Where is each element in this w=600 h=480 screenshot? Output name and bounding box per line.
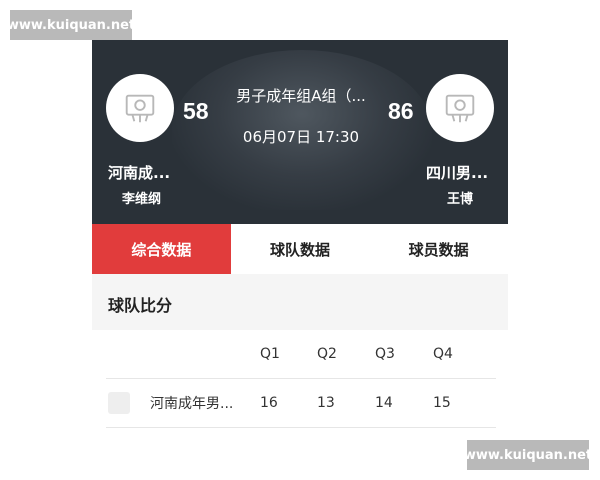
left-team-coach: 李维纲	[122, 192, 162, 207]
row-q4: 15	[433, 395, 451, 411]
header-q3: Q3	[375, 346, 395, 362]
header-q2: Q2	[317, 346, 337, 362]
row-q1: 16	[260, 395, 278, 411]
table-row[interactable]: 河南成年男... 16 13 14 15	[106, 378, 496, 428]
watermark-top: www.kuiquan.net	[7, 10, 135, 40]
right-team-coach: 王博	[447, 192, 474, 207]
row-q2: 13	[317, 395, 335, 411]
header-q1: Q1	[260, 346, 280, 362]
left-team-logo[interactable]	[106, 74, 174, 142]
match-time: 06月07日 17:30	[242, 128, 360, 146]
right-team-name[interactable]: 四川男...	[426, 162, 488, 183]
score-table: Q1 Q2 Q3 Q4 河南成年男... 16 13 14 15	[106, 330, 496, 440]
data-tabs: 综合数据 球队数据 球员数据	[92, 224, 509, 274]
header-q4: Q4	[433, 346, 453, 362]
section-title: 球队比分	[92, 274, 508, 330]
left-team-name[interactable]: 河南成...	[108, 162, 170, 183]
right-team-score: 86	[388, 98, 414, 124]
tab-player-data[interactable]: 球员数据	[369, 224, 509, 274]
tab-overview[interactable]: 综合数据	[92, 224, 231, 274]
match-title: 男子成年组A组（...	[236, 87, 366, 105]
right-team-logo[interactable]	[426, 74, 494, 142]
row-q3: 14	[375, 395, 393, 411]
team-small-logo-icon	[108, 392, 130, 414]
team-logo-placeholder-icon	[445, 94, 475, 123]
tab-team-data[interactable]: 球队数据	[230, 224, 370, 274]
left-team-score: 58	[183, 98, 209, 124]
table-header-row: Q1 Q2 Q3 Q4	[106, 330, 496, 378]
team-logo-placeholder-icon	[125, 94, 155, 123]
match-panel: 58 86 男子成年组A组（... 06月07日 17:30 河南成... 四川…	[92, 40, 509, 440]
match-header: 58 86 男子成年组A组（... 06月07日 17:30 河南成... 四川…	[92, 40, 508, 224]
row-team-name: 河南成年男...	[150, 396, 234, 412]
watermark-bottom: www.kuiquan.net	[464, 440, 592, 470]
